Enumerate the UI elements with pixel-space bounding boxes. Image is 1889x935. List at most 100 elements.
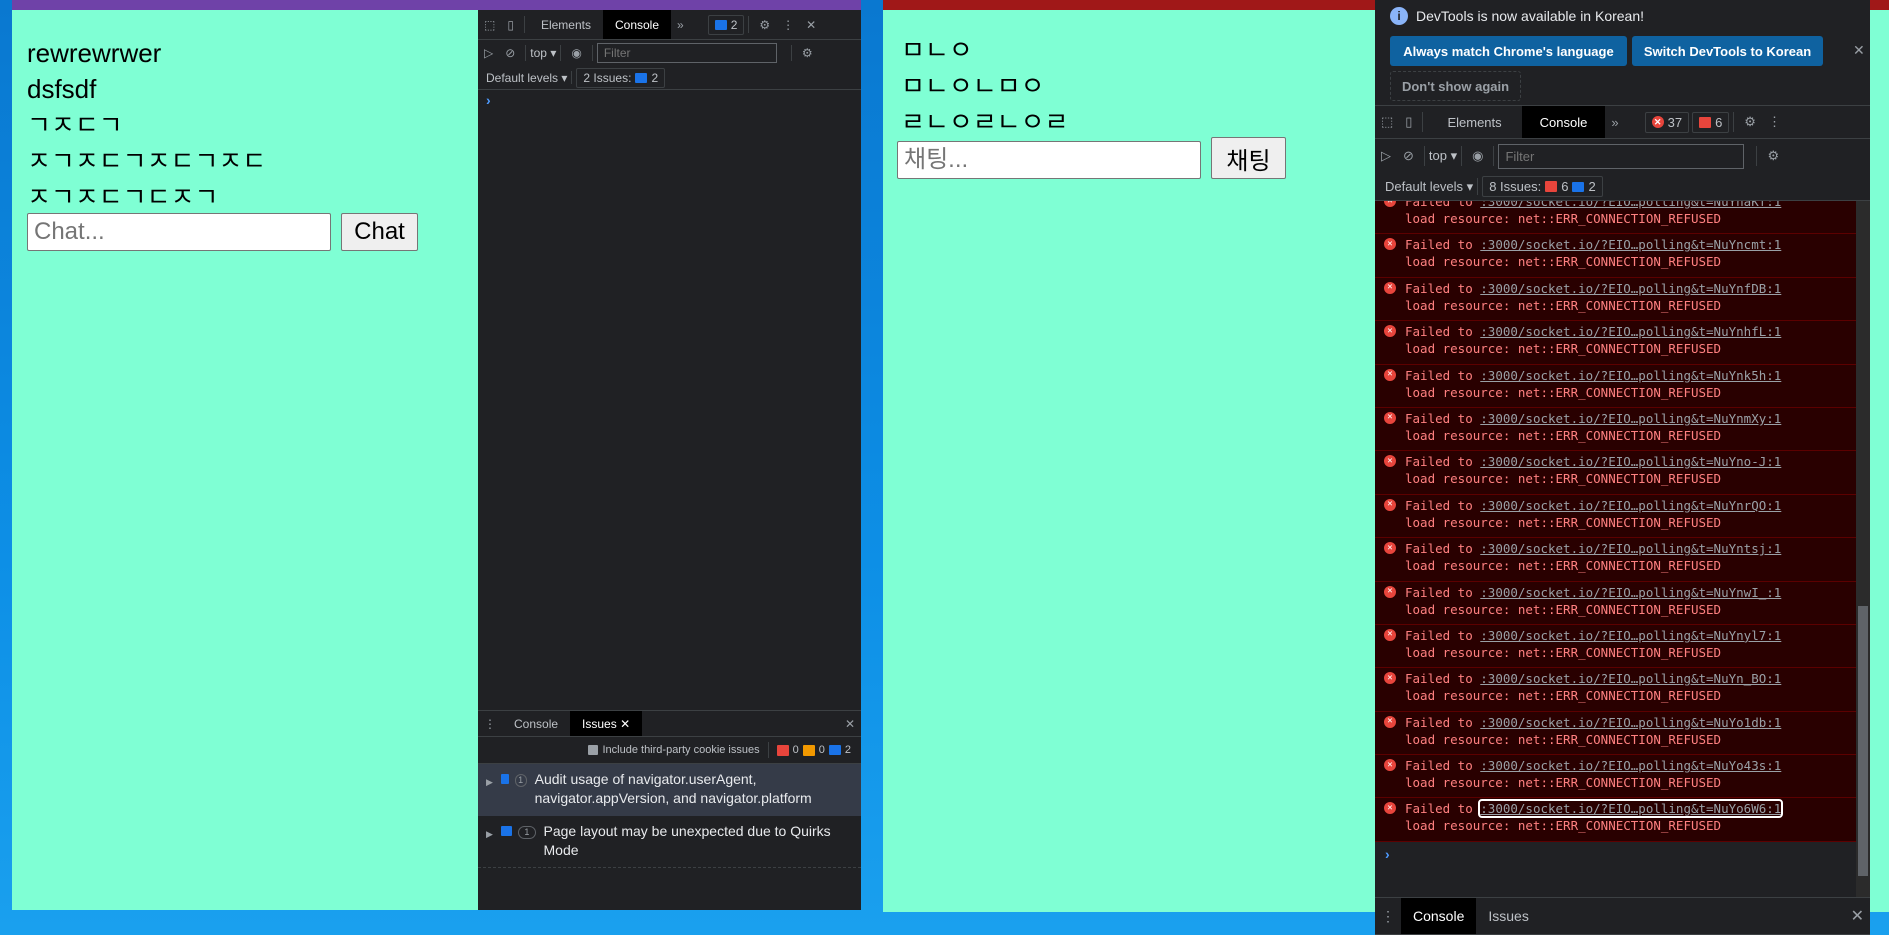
chat-input[interactable] <box>897 141 1201 179</box>
error-prefix: Failed to <box>1405 627 1473 643</box>
live-expression-eye-icon[interactable]: ◉ <box>1472 148 1483 164</box>
close-infobar-icon[interactable]: ✕ <box>1853 42 1865 59</box>
issues-count-button[interactable]: 2 Issues: 2 <box>576 67 666 88</box>
close-devtools-icon[interactable]: ✕ <box>806 18 816 32</box>
drawer-tab-console[interactable]: Console <box>502 711 570 736</box>
clear-console-icon[interactable]: ⊘ <box>505 46 515 60</box>
levels-label: Default levels <box>486 70 559 85</box>
error-prefix: Failed to <box>1405 584 1473 600</box>
tab-elements[interactable]: Elements <box>529 10 603 39</box>
drawer-tab-console[interactable]: Console <box>1401 898 1477 934</box>
device-toggle-icon[interactable]: ▯ <box>507 18 514 32</box>
more-tabs-icon[interactable]: » <box>677 18 684 32</box>
issues-badge[interactable]: 2 <box>707 14 745 35</box>
drawer-tab-issues[interactable]: Issues ✕ <box>570 711 643 736</box>
inspect-element-icon[interactable]: ⬚ <box>1381 114 1393 130</box>
chat-message: dsfsdf <box>27 74 97 104</box>
error-count-badge[interactable]: ✕ 37 <box>1644 111 1690 133</box>
console-error-row: ✕ Failed to :3000/socket.io/?EIO…polling&… <box>1375 407 1856 452</box>
console-prompt[interactable]: › <box>1375 842 1856 866</box>
tab-console[interactable]: Console <box>1521 106 1606 138</box>
sidebar-toggle-icon[interactable]: ▷ <box>1381 148 1391 164</box>
console-settings-gear-icon[interactable]: ⚙ <box>802 46 813 60</box>
more-menu-icon[interactable]: ⋮ <box>782 18 794 32</box>
error-source-link[interactable]: :3000/socket.io/?EIO…polling&t=NuYo1db:1 <box>1480 715 1781 730</box>
console-scrollbar[interactable] <box>1856 201 1870 897</box>
tab-elements[interactable]: Elements <box>1427 106 1521 138</box>
message-icon <box>635 72 648 83</box>
console-filter-input[interactable] <box>1498 143 1745 169</box>
chat-input[interactable] <box>27 213 331 251</box>
warning-issue-count: 0 <box>818 744 825 756</box>
error-source-link[interactable]: :3000/socket.io/?EIO…polling&t=NuYn_BO:1 <box>1480 671 1781 686</box>
inspect-element-icon[interactable]: ⬚ <box>484 18 495 32</box>
settings-gear-icon[interactable]: ⚙ <box>759 18 770 32</box>
live-expression-eye-icon[interactable]: ◉ <box>571 46 581 60</box>
console-prompt[interactable]: › <box>486 92 491 108</box>
error-source-link[interactable]: :3000/socket.io/?EIO…polling&t=NuYnmXy:1 <box>1480 411 1781 426</box>
log-levels-dropdown[interactable]: Default levels ▾ <box>1385 179 1473 195</box>
chat-send-button[interactable]: 채팅 <box>1211 137 1286 179</box>
console-error-row: ✕ Failed to :3000/socket.io/?EIO…polling&… <box>1375 234 1856 278</box>
issues-count: 2 <box>651 70 659 85</box>
context-selector[interactable]: top ▾ <box>1429 148 1457 164</box>
dont-show-again-button[interactable]: Don't show again <box>1390 71 1521 101</box>
error-source-link[interactable]: :3000/socket.io/?EIO…polling&t=NuYntsj:1 <box>1480 541 1781 556</box>
message-icon <box>500 826 513 836</box>
levels-label: Default levels <box>1385 178 1464 194</box>
error-source-link[interactable]: :3000/socket.io/?EIO…polling&t=NuYnhfL:1 <box>1480 324 1781 339</box>
error-source-link[interactable]: :3000/socket.io/?EIO…polling&t=NuYncmt:1 <box>1480 237 1781 252</box>
error-source-link[interactable]: :3000/socket.io/?EIO…polling&t=NuYnwI_:1 <box>1480 585 1781 600</box>
switch-to-korean-button[interactable]: Switch DevTools to Korean <box>1632 36 1823 66</box>
include-cookie-checkbox[interactable] <box>588 745 599 755</box>
log-levels-dropdown[interactable]: Default levels ▾ <box>486 71 567 85</box>
console-error-row: ✕ Failed to :3000/socket.io/?EIO…polling&… <box>1375 581 1856 625</box>
issue-row[interactable]: ▶ 1 Page layout may be unexpected due to… <box>478 816 861 868</box>
error-icon: ✕ <box>1384 325 1396 338</box>
issue-error-badge[interactable]: 6 <box>1692 111 1730 133</box>
chat-message: ㅈㄱㅈㄷㄱㄷㅈㄱ <box>27 182 219 212</box>
settings-gear-icon[interactable]: ⚙ <box>1744 114 1756 130</box>
scrollbar-thumb[interactable] <box>1858 606 1868 876</box>
error-source-link[interactable]: :3000/socket.io/?EIO…polling&t=NuYno-J:1 <box>1480 454 1781 469</box>
chat-message: ㄹㄴㅇㄹㄴㅇㄹ <box>901 107 1069 137</box>
error-prefix: Failed to <box>1405 758 1473 774</box>
error-prefix: Failed to <box>1405 324 1473 340</box>
issue-row[interactable]: ▶ 1 Audit usage of navigator.userAgent, … <box>478 764 861 816</box>
close-drawer-icon[interactable]: ✕ <box>845 717 855 731</box>
drawer-menu-icon[interactable]: ⋮ <box>484 717 496 731</box>
tab-console[interactable]: Console <box>602 10 672 39</box>
console-error-row: ✕ Failed to :3000/socket.io/?EIO…polling&… <box>1375 494 1856 539</box>
error-source-link[interactable]: :3000/socket.io/?EIO…polling&t=NuYnk5h:1 <box>1480 368 1781 383</box>
error-source-link[interactable]: :3000/socket.io/?EIO…polling&t=NuYnfDB:1 <box>1480 281 1781 296</box>
device-toggle-icon[interactable]: ▯ <box>1405 114 1412 130</box>
drawer-tab-issues[interactable]: Issues <box>1476 898 1540 934</box>
info-issue-count: 2 <box>844 744 851 756</box>
clear-console-icon[interactable]: ⊘ <box>1403 148 1414 164</box>
infobar-text: DevTools is now available in Korean! <box>1416 8 1645 24</box>
context-selector[interactable]: top ▾ <box>530 46 556 60</box>
error-source-link[interactable]: :3000/socket.io/?EIO…polling&t=NuYo43s:1 <box>1480 758 1781 773</box>
always-match-language-button[interactable]: Always match Chrome's language <box>1390 36 1627 66</box>
close-drawer-icon[interactable]: ✕ <box>1851 906 1864 926</box>
drawer-menu-icon[interactable]: ⋮ <box>1381 908 1395 925</box>
error-source-link[interactable]: :3000/socket.io/?EIO…polling&t=NuYnyl7:1 <box>1480 628 1781 643</box>
chat-send-button[interactable]: Chat <box>341 213 418 251</box>
chat-message: ㅁㄴㅇ <box>901 35 973 65</box>
issues-count-button[interactable]: 8 Issues: 6 2 <box>1482 176 1603 197</box>
error-message: load resource: net::ERR_CONNECTION_REFUS… <box>1405 211 1722 226</box>
error-icon: ✕ <box>1384 201 1396 207</box>
issues-red-count: 6 <box>1561 179 1569 194</box>
error-source-link[interactable]: :3000/socket.io/?EIO…polling&t=NuYnaKf:1 <box>1480 201 1781 209</box>
more-menu-icon[interactable]: ⋮ <box>1768 114 1781 130</box>
more-tabs-icon[interactable]: » <box>1611 115 1618 130</box>
console-error-row: ✕ Failed to :3000/socket.io/?EIO…polling&… <box>1375 668 1856 712</box>
error-icon: ✕ <box>1384 238 1396 251</box>
sidebar-toggle-icon[interactable]: ▷ <box>484 46 493 60</box>
close-tab-icon[interactable]: ✕ <box>620 717 630 731</box>
message-icon <box>500 774 509 784</box>
console-settings-gear-icon[interactable]: ⚙ <box>1767 148 1779 164</box>
error-source-link[interactable]: :3000/socket.io/?EIO…polling&t=NuYnrQO:1 <box>1480 498 1781 513</box>
error-source-link[interactable]: :3000/socket.io/?EIO…polling&t=NuYo6W6:1 <box>1478 799 1784 819</box>
console-filter-input[interactable] <box>596 43 777 63</box>
